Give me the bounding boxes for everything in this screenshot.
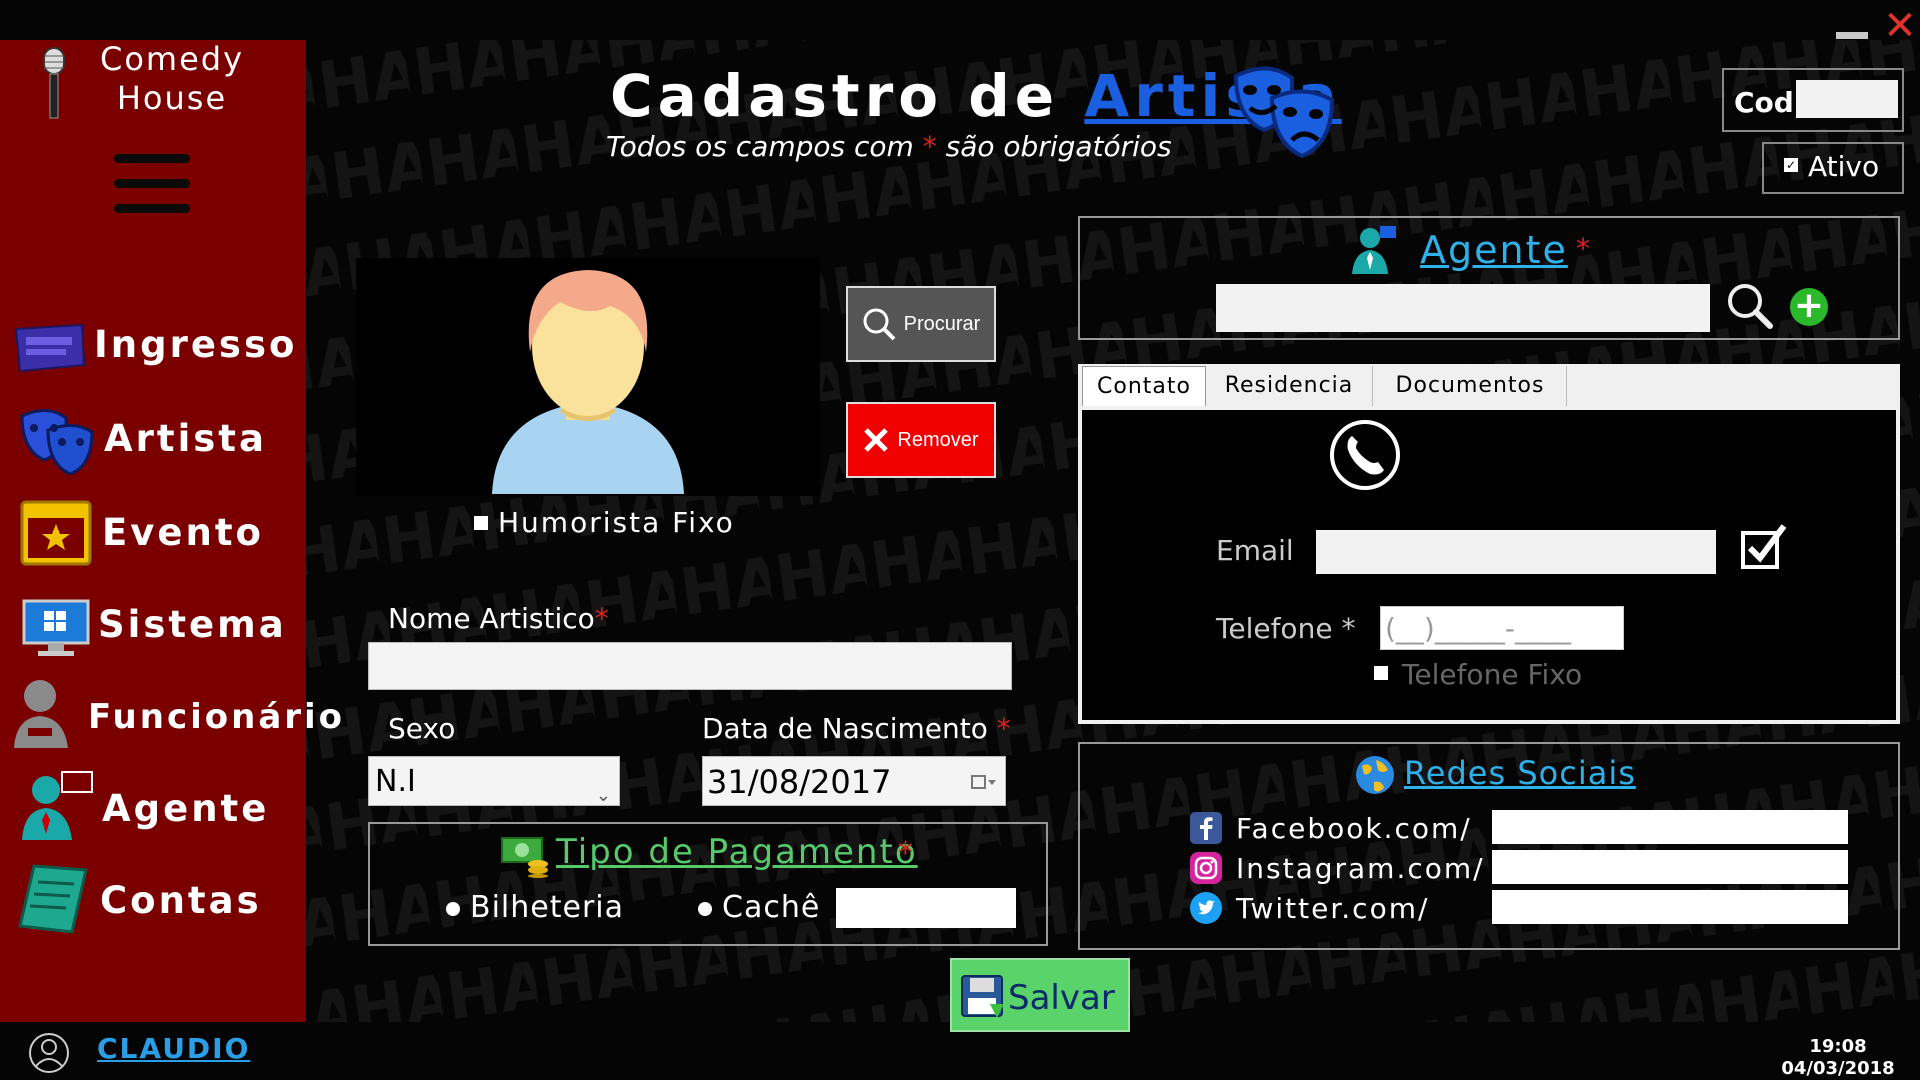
email-label: Email <box>1216 534 1294 567</box>
telefone-label: Telefone * <box>1216 612 1356 645</box>
data-nascimento-label: Data de Nascimento * <box>702 712 1011 745</box>
current-user-link[interactable]: CLAUDIO <box>97 1032 250 1065</box>
calendar-dropdown-icon[interactable] <box>971 773 997 791</box>
instagram-icon <box>1190 852 1222 884</box>
sexo-label: Sexo <box>388 712 456 745</box>
title-prefix: Cadastro de <box>610 62 1060 130</box>
bilheteria-radio[interactable] <box>446 902 460 916</box>
monitor-windows-icon <box>22 599 90 656</box>
facebook-input[interactable] <box>1492 810 1848 844</box>
telefone-input[interactable]: (__)_____-____ <box>1380 606 1624 650</box>
remover-label: Remover <box>897 428 979 451</box>
subtitle-after: são obrigatórios <box>945 130 1172 163</box>
cod-label: Cod <box>1734 86 1794 119</box>
procurar-button[interactable]: Procurar <box>846 286 996 362</box>
sidebar-item-label: Funcionário <box>88 697 346 737</box>
chevron-down-icon: ⌄ <box>595 785 611 806</box>
sidebar-item-sistema[interactable]: Sistema <box>0 584 306 664</box>
sidebar-item-evento[interactable]: Evento <box>0 492 306 572</box>
avatar-placeholder <box>492 270 684 494</box>
subtitle-before: Todos os campos com <box>606 130 914 163</box>
sidebar-item-label: Ingresso <box>94 323 298 366</box>
subtitle-star: * <box>922 130 937 163</box>
verify-checkbox-icon[interactable] <box>1740 522 1788 572</box>
calendar-star-icon <box>20 500 92 566</box>
search-icon[interactable] <box>1726 282 1774 330</box>
brand-name: Comedy House <box>92 40 252 118</box>
sidebar-item-label: Artista <box>104 417 267 460</box>
required-star: * <box>1576 232 1590 265</box>
sidebar-item-artista[interactable]: Artista <box>0 400 306 480</box>
sidebar-item-contas[interactable]: Contas <box>0 860 306 940</box>
sidebar-item-ingresso[interactable]: Ingresso <box>0 306 306 386</box>
instagram-label: Instagram.com/ <box>1236 852 1485 885</box>
redes-sociais-title: Redes Sociais <box>1404 754 1636 792</box>
microphone-icon <box>43 47 65 119</box>
sexo-select[interactable]: N.I ⌄ <box>368 756 620 806</box>
bilheteria-label: Bilheteria <box>470 890 624 925</box>
phone-icon <box>1330 420 1400 490</box>
nome-artistico-input[interactable] <box>368 642 1012 690</box>
agente-input[interactable] <box>1216 284 1710 332</box>
theater-masks-icon <box>20 409 94 476</box>
agent-icon <box>1352 226 1396 274</box>
tab-documentos[interactable]: Documentos <box>1374 366 1567 406</box>
minimize-button[interactable] <box>1836 32 1868 39</box>
ativo-label: Ativo <box>1808 150 1880 183</box>
cod-input[interactable] <box>1796 80 1898 118</box>
sidebar-item-label: Contas <box>100 879 262 922</box>
clock-time: 19:08 <box>1809 1036 1867 1057</box>
facebook-label: Facebook.com/ <box>1236 812 1472 845</box>
agent-icon <box>22 771 93 840</box>
telefone-fixo-checkbox[interactable] <box>1374 666 1388 680</box>
tab-contato[interactable]: Contato <box>1082 366 1206 407</box>
page-subtitle: Todos os campos com * são obrigatórios <box>606 130 1172 163</box>
theater-masks-icon <box>1233 66 1335 159</box>
twitter-label: Twitter.com/ <box>1236 892 1430 925</box>
sidebar-item-agente[interactable]: Agente <box>0 768 306 848</box>
ativo-checkmark[interactable]: ✓ <box>1784 158 1798 172</box>
sexo-value: N.I <box>375 764 416 799</box>
tipo-pagamento-title: Tipo de Pagamento <box>556 832 918 872</box>
procurar-label: Procurar <box>903 312 981 335</box>
search-icon <box>863 308 896 341</box>
nome-artistico-label: Nome Artistico* <box>388 602 609 635</box>
brand-line-1: Comedy <box>99 40 245 78</box>
sidebar-item-label: Agente <box>102 787 270 830</box>
user-icon <box>29 1033 69 1073</box>
clock-date: 04/03/2018 <box>1781 1058 1895 1079</box>
email-input[interactable] <box>1316 530 1716 574</box>
salvar-label: Salvar <box>1008 978 1115 1018</box>
humorista-fixo-checkbox[interactable] <box>474 516 488 530</box>
globe-icon <box>1356 756 1394 794</box>
data-nascimento-value: 31/08/2017 <box>707 763 892 801</box>
twitter-icon <box>1190 892 1222 924</box>
instagram-input[interactable] <box>1492 850 1848 884</box>
add-agente-button[interactable]: + <box>1790 288 1828 326</box>
clock: 19:08 04/03/2018 <box>1760 1036 1916 1080</box>
floppy-disk-icon <box>961 975 1004 1018</box>
cache-label: Cachê <box>722 890 821 925</box>
cache-radio[interactable] <box>698 902 712 916</box>
menu-icon[interactable] <box>114 154 190 216</box>
ledger-icon <box>18 864 88 934</box>
data-nascimento-input[interactable]: 31/08/2017 <box>702 756 1006 806</box>
money-icon <box>501 837 548 878</box>
telefone-fixo-label: Telefone Fixo <box>1402 658 1583 691</box>
close-icon <box>864 428 889 452</box>
sidebar-item-funcionario[interactable]: Funcionário <box>0 676 342 756</box>
humorista-fixo-label: Humorista Fixo <box>498 506 735 539</box>
sidebar-item-label: Sistema <box>98 603 287 646</box>
facebook-icon <box>1190 812 1222 844</box>
sidebar-item-label: Evento <box>102 511 264 554</box>
person-icon <box>14 680 68 748</box>
agente-title: Agente <box>1420 228 1568 272</box>
twitter-input[interactable] <box>1492 890 1848 924</box>
cache-input[interactable] <box>836 888 1016 928</box>
remover-button[interactable]: Remover <box>846 402 996 478</box>
tab-residencia[interactable]: Residencia <box>1206 366 1373 406</box>
ticket-icon <box>14 323 86 373</box>
brand-line-2: House <box>116 79 228 117</box>
required-star: * <box>898 836 913 871</box>
